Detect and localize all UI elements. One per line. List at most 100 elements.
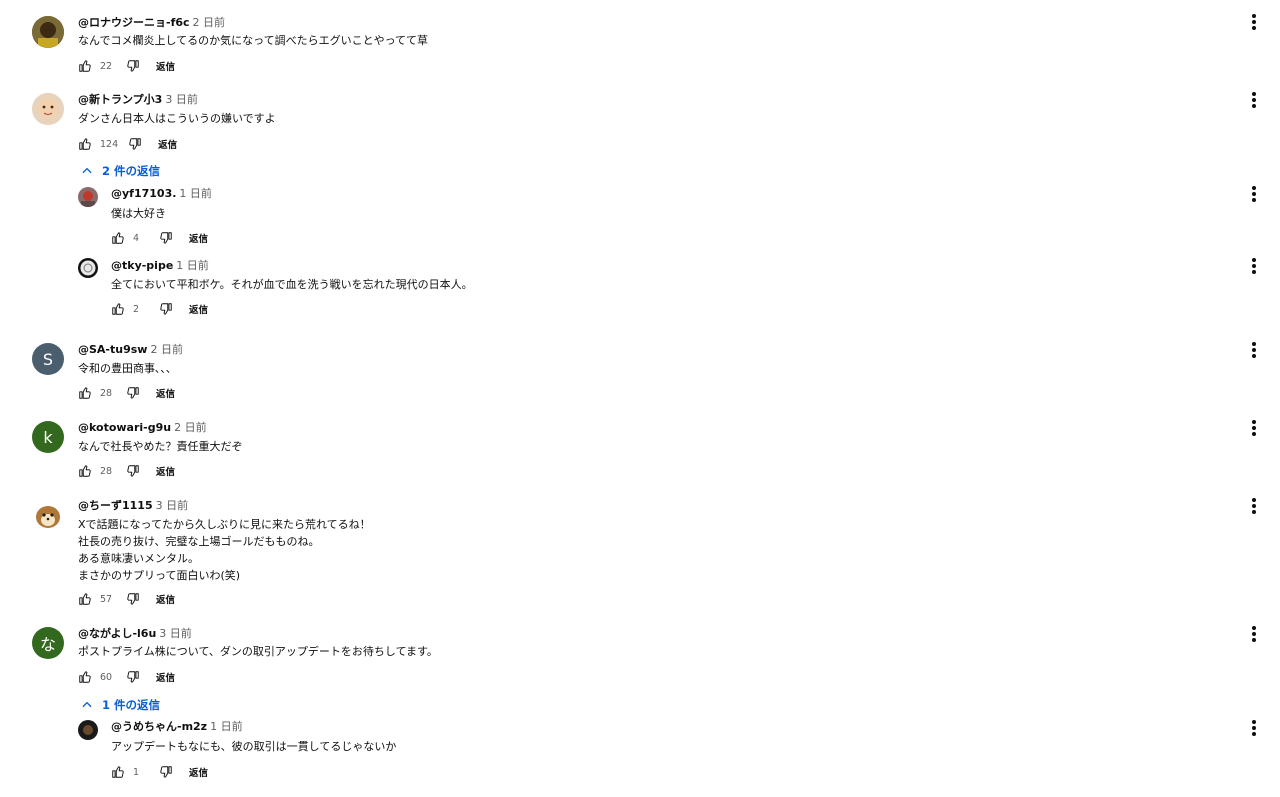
comment-header: @新トランプ小3 3 日前 [78, 93, 198, 107]
avatar-letter: k [43, 427, 53, 447]
timestamp[interactable]: 2 日前 [193, 16, 226, 29]
comment-text: Xで話題になってたから久しぶりに見に来たら荒れてるね！ 社長の売り抜け、完璧な上… [78, 518, 371, 582]
like-icon[interactable] [111, 302, 125, 316]
like-icon[interactable] [78, 464, 92, 478]
chevron-up-icon [82, 167, 92, 174]
avatar[interactable]: k [32, 421, 64, 453]
dislike-icon[interactable] [159, 765, 173, 779]
timestamp[interactable]: 2 日前 [174, 421, 207, 434]
author-name[interactable]: @ながよし-l6u [78, 627, 156, 640]
reply-button[interactable]: 返信 [156, 386, 175, 400]
author-name[interactable]: @SA-tu9sw [78, 343, 147, 356]
more-vert-icon[interactable] [1251, 258, 1257, 274]
dislike-icon[interactable] [126, 59, 140, 73]
dislike-icon[interactable] [126, 464, 140, 478]
like-icon[interactable] [111, 765, 125, 779]
comment-header: @うめちゃん-m2z 1 日前 [111, 720, 243, 734]
dislike-icon[interactable] [159, 302, 173, 316]
avatar[interactable] [32, 93, 64, 125]
more-vert-icon[interactable] [1251, 626, 1257, 642]
comment-actions: 28 返信 [78, 463, 175, 479]
comment-actions: 1 返信 [111, 764, 208, 780]
dislike-icon[interactable] [159, 231, 173, 245]
comment-text: 全てにおいて平和ボケ。それが血で血を洗う戦いを忘れた現代の日本人。 [111, 278, 473, 291]
timestamp[interactable]: 3 日前 [159, 627, 192, 640]
like-icon[interactable] [78, 137, 92, 151]
more-vert-icon[interactable] [1251, 720, 1257, 736]
like-count: 22 [100, 60, 113, 72]
more-vert-icon[interactable] [1251, 92, 1257, 108]
reply-button[interactable]: 返信 [189, 231, 208, 245]
comment-text: なんでコメ欄炎上してるのか気になって調べたらエグいことやってて草 [78, 34, 429, 47]
dislike-icon[interactable] [126, 592, 140, 606]
more-vert-icon[interactable] [1251, 342, 1257, 358]
like-icon[interactable] [78, 670, 92, 684]
like-count: 2 [133, 303, 140, 315]
comment-actions: 57 返信 [78, 591, 175, 607]
reply-button[interactable]: 返信 [189, 302, 208, 316]
replies-toggle-label: 1 件の返信 [102, 698, 161, 712]
more-vert-icon[interactable] [1251, 420, 1257, 436]
timestamp[interactable]: 1 日前 [176, 259, 209, 272]
like-count: 124 [100, 138, 119, 150]
comment-text: ダンさん日本人はこういうの嫌いですよ [78, 112, 276, 125]
comment-actions: 28 返信 [78, 385, 175, 401]
comment-text: ポストプライム株について、ダンの取引アップデートをお待ちしてます。 [78, 645, 438, 658]
reply-button[interactable]: 返信 [156, 59, 175, 73]
like-icon[interactable] [111, 231, 125, 245]
reply-button[interactable]: 返信 [158, 137, 177, 151]
like-icon[interactable] [78, 592, 92, 606]
reply-button[interactable]: 返信 [189, 765, 208, 779]
like-count: 57 [100, 593, 113, 605]
author-name[interactable]: @新トランプ小3 [78, 93, 162, 106]
avatar-letter: S [42, 349, 54, 369]
more-vert-icon[interactable] [1251, 14, 1257, 30]
chevron-up-icon [82, 701, 92, 708]
comment-actions: 2 返信 [111, 301, 208, 317]
dislike-icon[interactable] [126, 386, 140, 400]
replies-toggle[interactable]: 1 件の返信 [80, 697, 160, 713]
comment-actions: 60 返信 [78, 669, 175, 685]
like-icon[interactable] [78, 59, 92, 73]
author-name[interactable]: @ロナウジーニョ-f6c [78, 16, 190, 29]
timestamp[interactable]: 1 日前 [210, 720, 243, 733]
avatar-letter: な [39, 635, 56, 654]
comment-header: @ながよし-l6u 3 日前 [78, 627, 192, 641]
timestamp[interactable]: 2 日前 [150, 343, 183, 356]
author-name[interactable]: @yf17103. [111, 187, 176, 200]
comment-header: @kotowari-g9u 2 日前 [78, 421, 207, 435]
reply-button[interactable]: 返信 [156, 670, 175, 684]
avatar[interactable] [32, 16, 64, 48]
avatar[interactable] [78, 720, 98, 740]
replies-toggle-label: 2 件の返信 [102, 164, 161, 178]
timestamp[interactable]: 3 日前 [156, 499, 189, 512]
comment-header: @tky-pipe 1 日前 [111, 259, 209, 273]
comment-actions: 124 返信 [78, 136, 177, 152]
like-count: 1 [133, 766, 140, 778]
comment-text: 令和の豊田商事､､､ [78, 362, 172, 375]
author-name[interactable]: @ちーず1115 [78, 499, 153, 512]
timestamp[interactable]: 3 日前 [165, 93, 198, 106]
reply-button[interactable]: 返信 [156, 592, 175, 606]
avatar[interactable]: な [32, 627, 64, 659]
avatar[interactable] [78, 258, 98, 278]
comment-header: @yf17103. 1 日前 [111, 187, 212, 201]
comment-actions: 22 返信 [78, 58, 175, 74]
dislike-icon[interactable] [126, 670, 140, 684]
more-vert-icon[interactable] [1251, 186, 1257, 202]
author-name[interactable]: @うめちゃん-m2z [111, 720, 207, 733]
timestamp[interactable]: 1 日前 [179, 187, 212, 200]
author-name[interactable]: @tky-pipe [111, 259, 173, 272]
comment-header: @ロナウジーニョ-f6c 2 日前 [78, 16, 225, 30]
avatar[interactable]: S [32, 343, 64, 375]
author-name[interactable]: @kotowari-g9u [78, 421, 171, 434]
replies-toggle[interactable]: 2 件の返信 [80, 163, 160, 179]
like-icon[interactable] [78, 386, 92, 400]
avatar[interactable] [78, 187, 98, 207]
dislike-icon[interactable] [128, 137, 142, 151]
avatar[interactable] [32, 499, 64, 531]
comment-text: アップデートもなにも、彼の取引は一貫してるじゃないか [111, 740, 397, 753]
reply-button[interactable]: 返信 [156, 464, 175, 478]
like-count: 28 [100, 465, 113, 477]
more-vert-icon[interactable] [1251, 498, 1257, 514]
